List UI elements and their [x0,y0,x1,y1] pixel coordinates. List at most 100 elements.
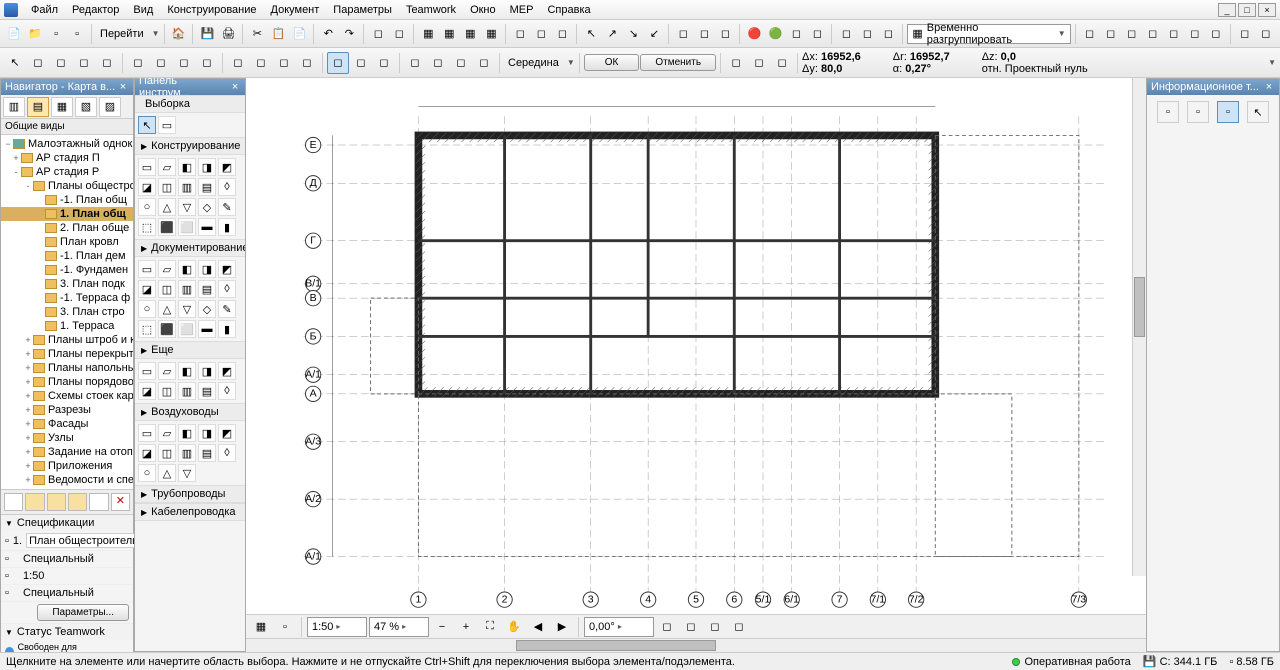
tool[interactable]: ○ [138,464,156,482]
action-btn[interactable] [4,493,23,511]
tb-btn[interactable]: ◻ [748,52,770,74]
tb-btn[interactable]: ◻ [450,52,472,74]
tb-btn[interactable]: ◻ [728,616,750,638]
tree-item[interactable]: 3. План стро [1,305,133,319]
tb-btn[interactable]: ◻ [715,23,735,45]
tb-btn[interactable]: ◻ [1185,23,1205,45]
layers-icon[interactable]: ▦ [250,616,272,638]
tb-btn[interactable]: ◻ [656,616,678,638]
tb-btn[interactable]: ◻ [878,23,898,45]
tree-item[interactable]: +Разрезы [1,403,133,417]
tb-btn[interactable]: ◻ [1206,23,1226,45]
tool[interactable]: ◪ [138,382,156,400]
chevron-down-icon[interactable]: ▼ [152,29,160,38]
tree-item[interactable]: +Узлы [1,431,133,445]
zoom-in-icon[interactable]: + [455,616,477,638]
scrollbar-vertical[interactable] [1132,78,1146,576]
tool[interactable]: ◪ [138,178,156,196]
tool[interactable]: ⬜ [178,320,196,338]
nav-tab-layout[interactable]: ▦ [51,97,73,117]
tb-btn[interactable]: ◻ [196,52,218,74]
tool[interactable]: ▬ [198,320,216,338]
tool[interactable]: ◧ [178,158,196,176]
menu-document[interactable]: Документ [264,2,327,18]
menu-teamwork[interactable]: Teamwork [399,2,463,18]
undo-icon[interactable]: ↶ [318,23,338,45]
tb-btn[interactable]: 🔴 [744,23,764,45]
tb-btn[interactable]: ▫ [67,23,87,45]
tb-btn[interactable]: ◻ [704,616,726,638]
tool[interactable]: △ [158,198,176,216]
tb-btn[interactable]: ◻ [836,23,856,45]
tb-btn[interactable]: ◻ [1235,23,1255,45]
tool[interactable]: ◨ [198,158,216,176]
tb-btn[interactable]: ↗ [602,23,622,45]
tree-item[interactable]: План кровл [1,235,133,249]
tool[interactable]: ◩ [218,424,236,442]
info-icon[interactable]: ▫ [1157,101,1179,123]
tool[interactable]: ◊ [218,178,236,196]
tb-btn[interactable]: ▦ [439,23,459,45]
tb-btn[interactable]: ◻ [273,52,295,74]
action-btn[interactable] [47,493,66,511]
chevron-down-icon[interactable]: ▼ [1268,58,1276,67]
tool[interactable]: ▥ [178,382,196,400]
tb-btn[interactable]: ◻ [473,52,495,74]
tool[interactable]: ◫ [158,178,176,196]
close-button[interactable]: × [1258,3,1276,17]
menu-mep[interactable]: MEP [503,2,541,18]
tool[interactable]: ○ [138,300,156,318]
tool[interactable]: ◧ [178,260,196,278]
copy-icon[interactable]: 📋 [268,23,288,45]
chevron-down-icon[interactable]: ▼ [567,58,575,67]
arrow-tool[interactable]: ↖ [138,116,156,134]
tb-btn[interactable]: ◻ [368,23,388,45]
tool[interactable]: ▱ [158,362,176,380]
marquee-tool[interactable]: ▭ [158,116,176,134]
tool[interactable]: ▭ [138,362,156,380]
tool[interactable]: ▮ [218,218,236,236]
panel-close-icon[interactable]: × [229,81,241,93]
tb-btn[interactable]: ◻ [73,52,95,74]
tree-item[interactable]: 2. План обще [1,221,133,235]
tb-btn[interactable]: ◻ [250,52,272,74]
tool[interactable]: ▥ [178,178,196,196]
tb-btn[interactable]: ↖ [581,23,601,45]
arrow-tool-icon[interactable]: ↖ [4,52,26,74]
home-icon[interactable]: 🏠 [168,23,188,45]
next-icon[interactable]: ▶ [551,616,573,638]
tree-item[interactable]: +Фасады [1,417,133,431]
tb-btn[interactable]: ◻ [96,52,118,74]
tree-item[interactable]: +Планы перекрыт [1,347,133,361]
tool[interactable]: ▱ [158,158,176,176]
save-icon[interactable]: 💾 [197,23,217,45]
tb-btn[interactable]: ◻ [27,52,49,74]
tb-btn[interactable]: ◻ [150,52,172,74]
tb-btn[interactable]: ◻ [1143,23,1163,45]
tb-btn[interactable]: ◻ [50,52,72,74]
tool[interactable]: ⬛ [158,218,176,236]
tb-btn[interactable]: ◻ [786,23,806,45]
tree-item[interactable]: +Планы напольны [1,361,133,375]
tool[interactable]: ▤ [198,178,216,196]
tool[interactable]: ▤ [198,444,216,462]
tree-item[interactable]: +Схемы стоек кар [1,389,133,403]
tool[interactable]: ◪ [138,444,156,462]
angle-dropdown[interactable]: 0,00°▸ [584,617,654,637]
scale-dropdown[interactable]: 1:50▸ [307,617,367,637]
action-btn[interactable] [68,493,87,511]
tool[interactable]: ⬚ [138,218,156,236]
tool[interactable]: ▽ [178,464,196,482]
info-icon[interactable]: ▫ [1217,101,1239,123]
tree-item[interactable]: -1. План общ [1,193,133,207]
tool[interactable]: ▱ [158,424,176,442]
tool[interactable]: ⬛ [158,320,176,338]
tb-btn[interactable]: ▦ [481,23,501,45]
tool[interactable]: ◇ [198,300,216,318]
tool[interactable]: ◩ [218,158,236,176]
tb-btn[interactable]: ◻ [327,52,349,74]
tree-item[interactable]: 1. План общ [1,207,133,221]
tb-btn[interactable]: ◻ [1256,23,1276,45]
tool[interactable]: ◫ [158,280,176,298]
tb-btn[interactable]: ◻ [350,52,372,74]
